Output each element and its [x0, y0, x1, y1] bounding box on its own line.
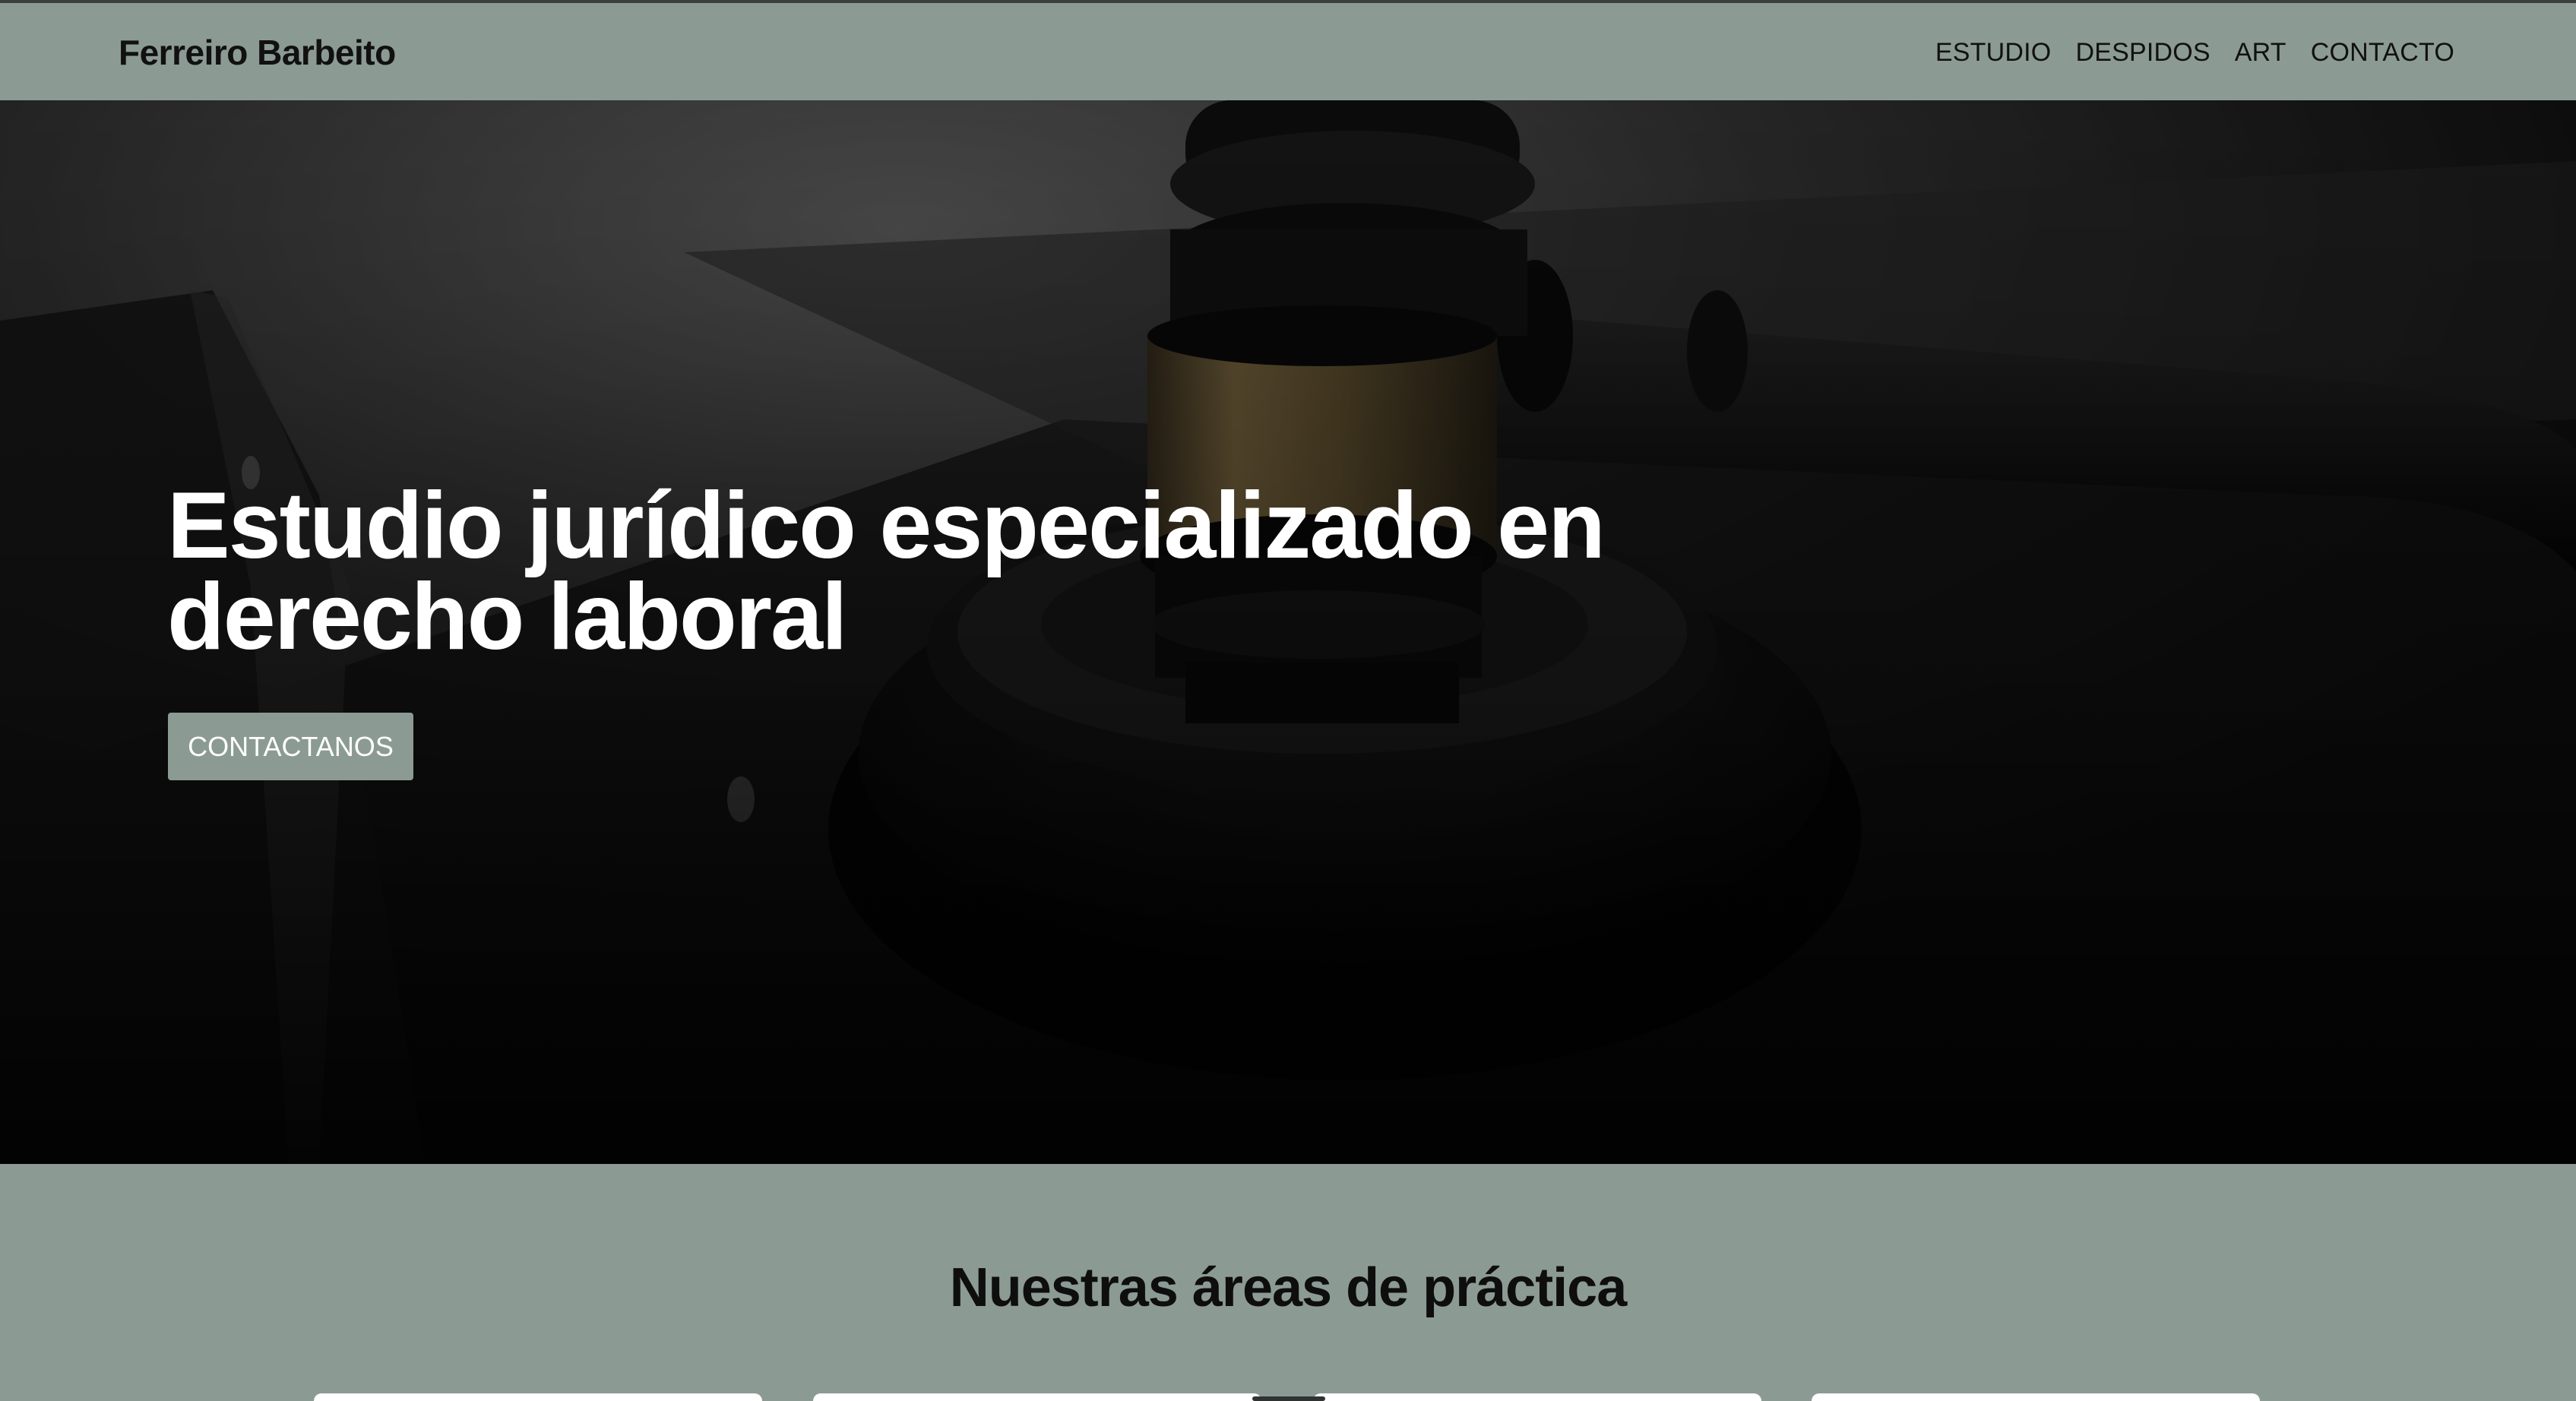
brand-logo-text[interactable]: Ferreiro Barbeito	[119, 32, 396, 73]
navbar: Ferreiro Barbeito ESTUDIO DESPIDOS ART C…	[0, 3, 2576, 100]
practice-areas-title: Nuestras áreas de práctica	[949, 1257, 1628, 1318]
horizontal-scroll-indicator[interactable]	[1252, 1396, 1325, 1401]
nav-link-art[interactable]: ART	[2235, 38, 2286, 68]
nav-link-despidos[interactable]: DESPIDOS	[2075, 38, 2210, 68]
practice-card[interactable]	[813, 1393, 1261, 1401]
hero-section: Estudio jurídico especializado en derech…	[0, 100, 2576, 1164]
practice-areas-section: Nuestras áreas de práctica	[0, 1164, 2576, 1401]
nav-link-contacto[interactable]: CONTACTO	[2311, 38, 2454, 68]
page: Ferreiro Barbeito ESTUDIO DESPIDOS ART C…	[0, 0, 2576, 1401]
hero-title: Estudio jurídico especializado en derech…	[167, 473, 1606, 669]
practice-card[interactable]	[314, 1393, 762, 1401]
contact-cta-button[interactable]: CONTACTANOS	[168, 713, 413, 780]
nav-link-estudio[interactable]: ESTUDIO	[1935, 38, 2052, 68]
nav-links: ESTUDIO DESPIDOS ART CONTACTO	[1911, 38, 2454, 68]
practice-card[interactable]	[1812, 1393, 2260, 1401]
practice-card[interactable]	[1313, 1393, 1761, 1401]
